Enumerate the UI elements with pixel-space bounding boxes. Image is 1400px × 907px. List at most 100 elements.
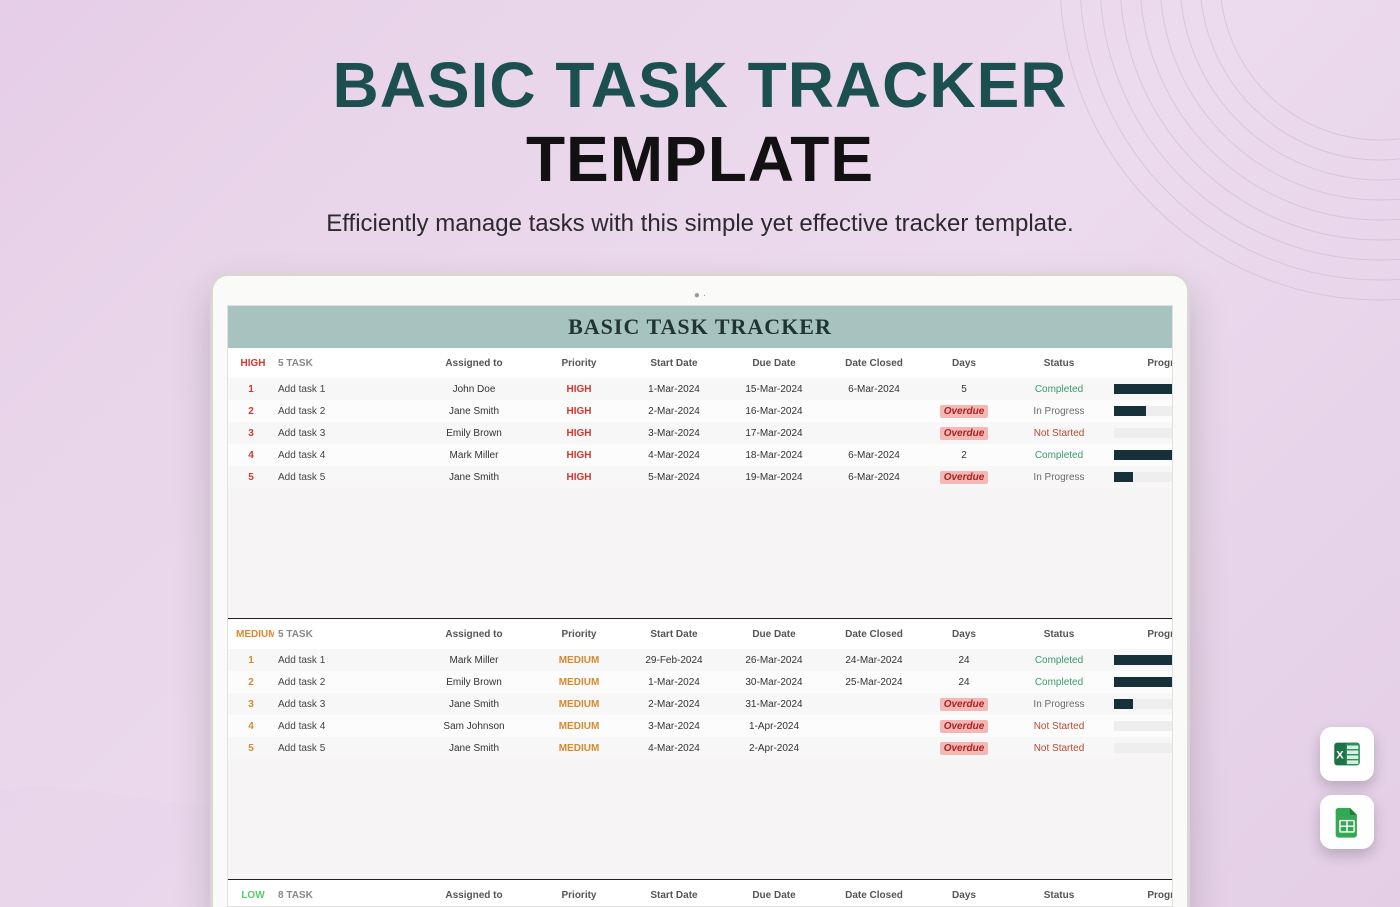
overdue-badge: Overdue	[940, 471, 989, 484]
col-start: Start Date	[624, 888, 724, 903]
progress-cell: 100%	[1114, 450, 1173, 461]
due-date: 26-Mar-2024	[724, 653, 824, 668]
overdue-badge: Overdue	[940, 427, 989, 440]
date-closed: 25-Mar-2024	[824, 675, 924, 690]
task-name[interactable]: Add task 5	[274, 470, 414, 485]
assigned-to: Emily Brown	[414, 675, 534, 690]
table-row[interactable]: 3Add task 3Jane SmithMEDIUM2-Mar-202431-…	[228, 693, 1172, 715]
due-date: 19-Mar-2024	[724, 470, 824, 485]
progress-bar	[1114, 743, 1173, 753]
days: Overdue	[924, 426, 1004, 441]
section-gap	[228, 488, 1172, 618]
col-start: Start Date	[624, 356, 724, 371]
col-days: Days	[924, 627, 1004, 642]
section-header-row: MEDIUM5 TASKAssigned toPriorityStart Dat…	[228, 619, 1172, 649]
assigned-to: Sam Johnson	[414, 719, 534, 734]
priority: HIGH	[534, 448, 624, 463]
due-date: 2-Apr-2024	[724, 741, 824, 756]
progress-bar	[1114, 472, 1173, 482]
progress-bar	[1114, 450, 1173, 460]
assigned-to: Jane Smith	[414, 741, 534, 756]
col-status: Status	[1004, 627, 1114, 642]
table-row[interactable]: 4Add task 4Mark MillerHIGH4-Mar-202418-M…	[228, 444, 1172, 466]
col-assigned: Assigned to	[414, 888, 534, 903]
overdue-badge: Overdue	[940, 742, 989, 755]
camera-dot: ● ·	[227, 290, 1173, 301]
col-progress: Progress	[1114, 627, 1173, 642]
col-closed: Date Closed	[824, 627, 924, 642]
table-row[interactable]: 1Add task 1John DoeHIGH1-Mar-202415-Mar-…	[228, 378, 1172, 400]
progress-cell: 100%	[1114, 655, 1173, 666]
hero-title-line2: TEMPLATE	[0, 122, 1400, 196]
group-label: MEDIUM	[228, 627, 274, 642]
col-progress: Progress	[1114, 888, 1173, 903]
hero-title: BASIC TASK TRACKER TEMPLATE	[0, 48, 1400, 196]
screen: BASIC TASK TRACKER HIGH5 TASKAssigned to…	[227, 305, 1173, 907]
group-count: 5 TASK	[274, 356, 414, 371]
status: Completed	[1004, 653, 1114, 668]
progress-bar	[1114, 721, 1173, 731]
task-name[interactable]: Add task 3	[274, 426, 414, 441]
priority: HIGH	[534, 382, 624, 397]
sheets-icon	[1320, 795, 1374, 849]
progress-bar	[1114, 677, 1173, 687]
start-date: 2-Mar-2024	[624, 697, 724, 712]
overdue-badge: Overdue	[940, 698, 989, 711]
start-date: 1-Mar-2024	[624, 382, 724, 397]
status: Not Started	[1004, 426, 1114, 441]
status: Completed	[1004, 382, 1114, 397]
section-header-row: HIGH5 TASKAssigned toPriorityStart DateD…	[228, 348, 1172, 378]
progress-bar	[1114, 406, 1173, 416]
priority: HIGH	[534, 426, 624, 441]
days: 24	[924, 653, 1004, 668]
group-label: HIGH	[228, 356, 274, 371]
status: In Progress	[1004, 697, 1114, 712]
date-closed	[824, 702, 924, 706]
assigned-to: Jane Smith	[414, 404, 534, 419]
status: In Progress	[1004, 404, 1114, 419]
table-row[interactable]: 1Add task 1Mark MillerMEDIUM29-Feb-20242…	[228, 649, 1172, 671]
progress-cell: 30%	[1114, 699, 1173, 710]
table-row[interactable]: 2Add task 2Jane SmithHIGH2-Mar-202416-Ma…	[228, 400, 1172, 422]
row-index: 1	[228, 382, 274, 397]
status: Not Started	[1004, 719, 1114, 734]
table-row[interactable]: 5Add task 5Jane SmithMEDIUM4-Mar-20242-A…	[228, 737, 1172, 759]
col-days: Days	[924, 888, 1004, 903]
col-due: Due Date	[724, 888, 824, 903]
task-name[interactable]: Add task 5	[274, 741, 414, 756]
progress-cell	[1114, 428, 1173, 438]
progress-cell	[1114, 721, 1173, 731]
days: Overdue	[924, 404, 1004, 419]
task-name[interactable]: Add task 2	[274, 675, 414, 690]
progress-cell	[1114, 743, 1173, 753]
task-name[interactable]: Add task 3	[274, 697, 414, 712]
assigned-to: John Doe	[414, 382, 534, 397]
status: In Progress	[1004, 470, 1114, 485]
hero-subtitle: Efficiently manage tasks with this simpl…	[0, 210, 1400, 238]
assigned-to: Jane Smith	[414, 697, 534, 712]
task-name[interactable]: Add task 2	[274, 404, 414, 419]
table-row[interactable]: 3Add task 3Emily BrownHIGH3-Mar-202417-M…	[228, 422, 1172, 444]
table-row[interactable]: 5Add task 5Jane SmithHIGH5-Mar-202419-Ma…	[228, 466, 1172, 488]
section-gap	[228, 759, 1172, 879]
table-row[interactable]: 4Add task 4Sam JohnsonMEDIUM3-Mar-20241-…	[228, 715, 1172, 737]
assigned-to: Emily Brown	[414, 426, 534, 441]
task-name[interactable]: Add task 4	[274, 448, 414, 463]
row-index: 5	[228, 741, 274, 756]
days: 2	[924, 448, 1004, 463]
start-date: 1-Mar-2024	[624, 675, 724, 690]
days: 5	[924, 382, 1004, 397]
col-due: Due Date	[724, 356, 824, 371]
task-name[interactable]: Add task 4	[274, 719, 414, 734]
task-name[interactable]: Add task 1	[274, 382, 414, 397]
col-closed: Date Closed	[824, 356, 924, 371]
col-closed: Date Closed	[824, 888, 924, 903]
due-date: 16-Mar-2024	[724, 404, 824, 419]
row-index: 3	[228, 426, 274, 441]
group-count: 8 TASK	[274, 888, 414, 903]
task-name[interactable]: Add task 1	[274, 653, 414, 668]
date-closed: 24-Mar-2024	[824, 653, 924, 668]
table-row[interactable]: 2Add task 2Emily BrownMEDIUM1-Mar-202430…	[228, 671, 1172, 693]
status: Not Started	[1004, 741, 1114, 756]
date-closed: 6-Mar-2024	[824, 448, 924, 463]
